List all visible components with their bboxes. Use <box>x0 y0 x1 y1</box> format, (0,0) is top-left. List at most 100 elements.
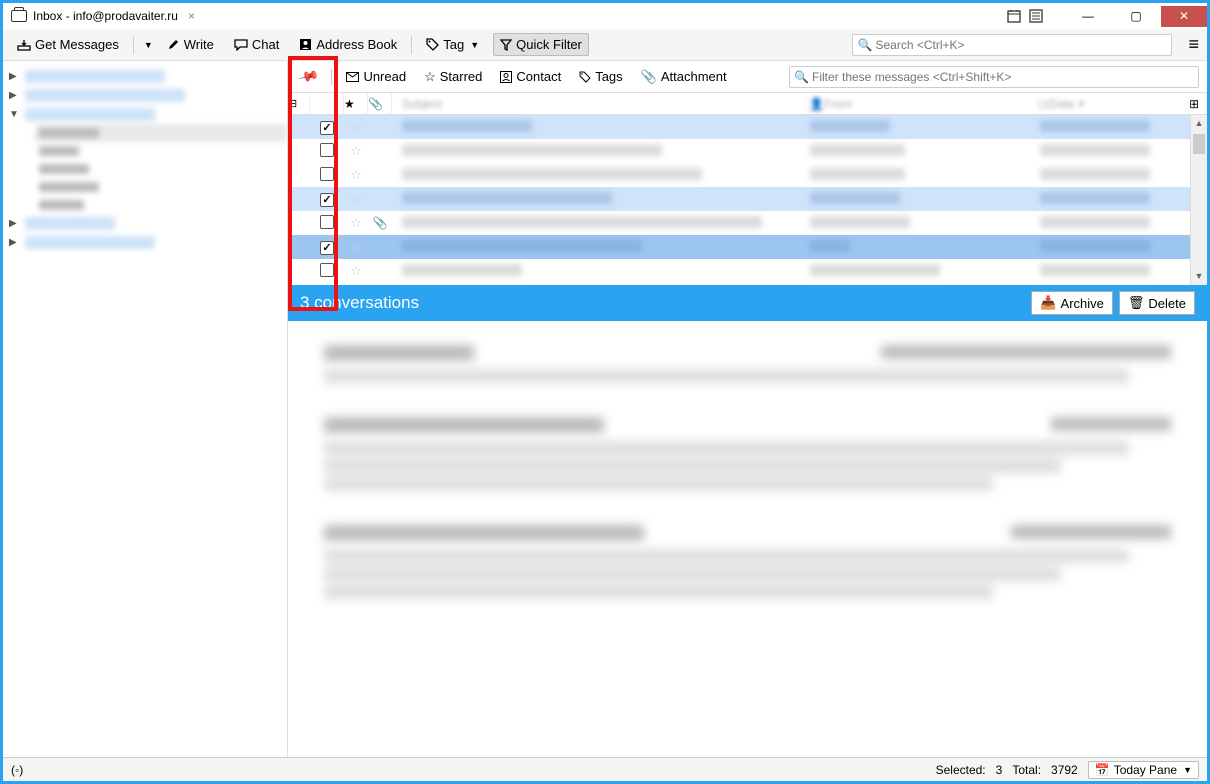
filter-search-input[interactable] <box>789 66 1199 88</box>
selection-count: 3 conversations <box>300 293 1025 313</box>
col-select[interactable] <box>310 93 344 114</box>
pin-icon: 📌 <box>297 65 321 88</box>
row-star[interactable]: ☆ <box>344 167 368 183</box>
account-item[interactable]: ▶ <box>3 67 287 86</box>
row-checkbox[interactable] <box>320 167 334 181</box>
message-row[interactable]: ☆ <box>288 259 1190 283</box>
status-bar: (◦) Selected: 3 Total: 3792 📅 Today Pane… <box>3 757 1207 781</box>
trash-icon: 🗑 <box>1128 295 1145 311</box>
row-star[interactable]: ☆ <box>344 239 368 255</box>
account-item[interactable]: ▶ <box>3 214 287 233</box>
get-messages-button[interactable]: Get Messages <box>11 34 125 55</box>
write-label: Write <box>184 37 214 52</box>
filter-contact[interactable]: Contact <box>496 67 565 86</box>
today-pane-label: Today Pane <box>1114 763 1177 777</box>
row-checkbox[interactable] <box>320 143 334 157</box>
row-checkbox[interactable] <box>320 193 334 207</box>
filter-attachment-label: Attachment <box>661 69 727 84</box>
search-icon: 🔍 <box>794 70 809 84</box>
status-total-count: 3792 <box>1051 763 1078 777</box>
address-book-button[interactable]: Address Book <box>293 34 403 55</box>
filter-unread[interactable]: Unread <box>342 67 410 86</box>
filter-search[interactable]: 🔍 <box>789 66 1199 88</box>
filter-pin[interactable]: 📌 <box>296 66 321 87</box>
row-star[interactable]: ☆ <box>344 215 368 231</box>
delete-label: Delete <box>1148 296 1186 311</box>
search-icon: 🔍 <box>857 38 872 52</box>
message-row[interactable]: ☆ 📎 <box>288 211 1190 235</box>
calendar-icon[interactable] <box>1003 6 1025 26</box>
quick-filter-button[interactable]: Quick Filter <box>493 33 589 56</box>
col-attach[interactable]: 📎 <box>368 93 392 114</box>
preview-message <box>324 345 1171 383</box>
row-star[interactable]: ☆ <box>344 119 368 135</box>
maximize-button[interactable]: ▢ <box>1113 6 1159 27</box>
archive-button[interactable]: 📥 Archive <box>1031 291 1113 315</box>
folder-tree[interactable]: ▶▶▼▶▶ <box>3 61 288 757</box>
close-button[interactable]: ✕ <box>1161 6 1207 27</box>
folder-item[interactable] <box>35 160 287 178</box>
col-thread[interactable]: ⊟ <box>288 93 310 114</box>
mail-icon <box>346 72 359 82</box>
chat-label: Chat <box>252 37 279 52</box>
row-checkbox[interactable] <box>320 215 334 229</box>
col-star[interactable]: ★ <box>344 93 368 114</box>
filter-attachment[interactable]: 📎 Attachment <box>637 67 731 87</box>
col-config[interactable]: ⊞ <box>1189 93 1207 114</box>
global-search-input[interactable] <box>852 34 1172 56</box>
status-total-label: Total: <box>1012 763 1041 777</box>
message-list[interactable]: ☆ ☆ ☆ ☆ ☆ 📎 ☆ <box>288 115 1190 285</box>
account-item[interactable]: ▼ <box>3 105 287 124</box>
col-subject[interactable]: Subject <box>392 93 809 114</box>
main-toolbar: Get Messages ▼ Write Chat Address Book T… <box>3 29 1207 61</box>
write-button[interactable]: Write <box>161 34 220 55</box>
row-star[interactable]: ☆ <box>344 143 368 159</box>
filter-bar: 📌 Unread ☆ Starred Contact Tags <box>288 61 1207 93</box>
col-date[interactable]: ◷ Date ▼ <box>1039 93 1189 114</box>
app-menu-button[interactable]: ≡ <box>1188 34 1199 55</box>
folder-item[interactable] <box>35 196 287 214</box>
folder-item[interactable] <box>35 142 287 160</box>
selection-bar: 3 conversations 📥 Archive 🗑 Delete <box>288 285 1207 321</box>
minimize-button[interactable]: — <box>1065 6 1111 27</box>
folder-item[interactable] <box>35 178 287 196</box>
today-pane-toggle[interactable]: 📅 Today Pane ▼ <box>1088 761 1199 779</box>
account-item[interactable]: ▶ <box>3 86 287 105</box>
row-star[interactable]: ☆ <box>344 263 368 279</box>
row-star[interactable]: ☆ <box>344 191 368 207</box>
message-row[interactable]: ☆ <box>288 139 1190 163</box>
row-checkbox[interactable] <box>320 241 334 255</box>
get-messages-dropdown[interactable]: ▼ <box>144 40 153 50</box>
chat-button[interactable]: Chat <box>228 34 285 55</box>
window-title: Inbox - info@prodavaiter.ru <box>33 9 178 23</box>
filter-tags-label: Tags <box>595 69 622 84</box>
account-item[interactable]: ▶ <box>3 233 287 252</box>
message-row[interactable]: ☆ <box>288 187 1190 211</box>
folder-item[interactable] <box>35 124 287 142</box>
delete-button[interactable]: 🗑 Delete <box>1119 291 1195 315</box>
message-row[interactable]: ☆ <box>288 115 1190 139</box>
tab-close[interactable]: × <box>188 9 195 23</box>
row-attach: 📎 <box>368 216 392 230</box>
filter-contact-label: Contact <box>516 69 561 84</box>
tasks-icon[interactable] <box>1025 6 1047 26</box>
archive-icon: 📥 <box>1040 295 1056 311</box>
message-scrollbar[interactable]: ▲ ▼ <box>1190 115 1207 285</box>
col-from[interactable]: 👤 From <box>809 93 1039 114</box>
filter-tags[interactable]: Tags <box>575 67 626 86</box>
get-messages-label: Get Messages <box>35 37 119 52</box>
filter-starred[interactable]: ☆ Starred <box>420 67 486 87</box>
chat-icon <box>234 39 248 51</box>
row-checkbox[interactable] <box>320 263 334 277</box>
titlebar: Inbox - info@prodavaiter.ru × — ▢ ✕ <box>3 3 1207 29</box>
status-selected-count: 3 <box>996 763 1003 777</box>
preview-message <box>324 525 1171 599</box>
activity-icon: (◦) <box>11 763 23 777</box>
status-selected-label: Selected: <box>936 763 986 777</box>
message-row[interactable]: ☆ <box>288 235 1190 259</box>
message-row[interactable]: ☆ <box>288 163 1190 187</box>
row-checkbox[interactable] <box>320 121 334 135</box>
global-search[interactable]: 🔍 <box>852 34 1172 56</box>
message-list-header: ⊟ ★ 📎 Subject 👤 From ◷ Date ▼ ⊞ <box>288 93 1207 115</box>
tag-button[interactable]: Tag ▼ <box>420 34 485 55</box>
